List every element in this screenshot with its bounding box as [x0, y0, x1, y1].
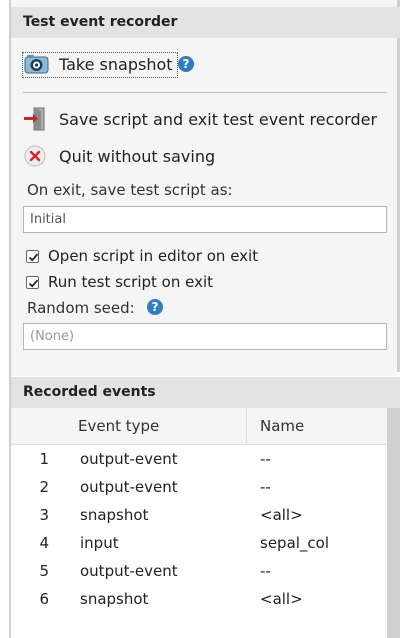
- save-as-input[interactable]: [23, 206, 387, 233]
- row-event-type: output-event: [80, 450, 178, 468]
- open-in-editor-checkbox[interactable]: [26, 249, 39, 263]
- quit-without-saving-button[interactable]: Quit without saving: [22, 143, 215, 169]
- table-row[interactable]: 3 snapshot <all>: [11, 501, 387, 529]
- row-name: <all>: [260, 506, 303, 524]
- recorder-section-header: Test event recorder: [11, 7, 400, 38]
- row-name: --: [260, 478, 271, 496]
- row-name: --: [260, 562, 271, 580]
- row-name: --: [260, 450, 271, 468]
- row-event-type: snapshot: [80, 590, 149, 608]
- save-and-exit-label: Save script and exit test event recorder: [59, 109, 378, 129]
- recorded-events-table: Event type Name 1 output-event -- 2 outp…: [11, 408, 387, 638]
- exit-door-icon: [24, 107, 45, 131]
- open-in-editor-label: Open script in editor on exit: [48, 247, 259, 265]
- row-number: 3: [39, 506, 49, 524]
- random-seed-label: Random seed:: [27, 299, 135, 317]
- save-as-label: On exit, save test script as:: [27, 181, 233, 199]
- recorded-events-header: Recorded events: [11, 377, 400, 408]
- open-in-editor-option[interactable]: Open script in editor on exit: [26, 246, 258, 266]
- snapshot-help-icon[interactable]: ?: [178, 56, 194, 72]
- run-on-exit-checkbox[interactable]: [26, 275, 39, 289]
- row-number: 2: [39, 478, 49, 496]
- column-header-name[interactable]: Name: [260, 408, 304, 444]
- save-and-exit-button[interactable]: Save script and exit test event recorder: [22, 106, 377, 132]
- row-event-type: output-event: [80, 562, 178, 580]
- table-row[interactable]: 5 output-event --: [11, 557, 387, 585]
- random-seed-input[interactable]: [23, 323, 387, 350]
- row-number: 1: [39, 450, 49, 468]
- row-name: <all>: [260, 590, 303, 608]
- checkmark-icon: [28, 279, 39, 288]
- row-number: 5: [39, 562, 49, 580]
- table-row[interactable]: 2 output-event --: [11, 473, 387, 501]
- table-row[interactable]: 6 snapshot <all>: [11, 585, 387, 613]
- checkmark-icon: [28, 253, 39, 262]
- take-snapshot-label: Take snapshot: [59, 55, 173, 74]
- close-circle-icon: [24, 145, 46, 167]
- run-on-exit-label: Run test script on exit: [48, 273, 214, 291]
- table-scrollbar[interactable]: [387, 408, 400, 638]
- table-row[interactable]: 4 input sepal_col: [11, 529, 387, 557]
- divider: [23, 92, 387, 93]
- camera-icon: [24, 55, 49, 74]
- row-event-type: input: [80, 534, 119, 552]
- row-event-type: snapshot: [80, 506, 149, 524]
- quit-without-saving-label: Quit without saving: [59, 146, 216, 166]
- table-header: Event type Name: [11, 408, 387, 445]
- row-name: sepal_col: [260, 534, 330, 552]
- column-header-event-type[interactable]: Event type: [78, 408, 159, 444]
- row-event-type: output-event: [80, 478, 178, 496]
- run-on-exit-option[interactable]: Run test script on exit: [26, 272, 213, 292]
- row-number: 4: [39, 534, 49, 552]
- random-seed-help-icon[interactable]: ?: [147, 299, 163, 315]
- column-divider: [246, 408, 247, 444]
- table-row[interactable]: 1 output-event --: [11, 445, 387, 473]
- test-recorder-panel: Test event recorder Take snapshot ? Save…: [0, 0, 400, 638]
- row-number: 6: [39, 590, 49, 608]
